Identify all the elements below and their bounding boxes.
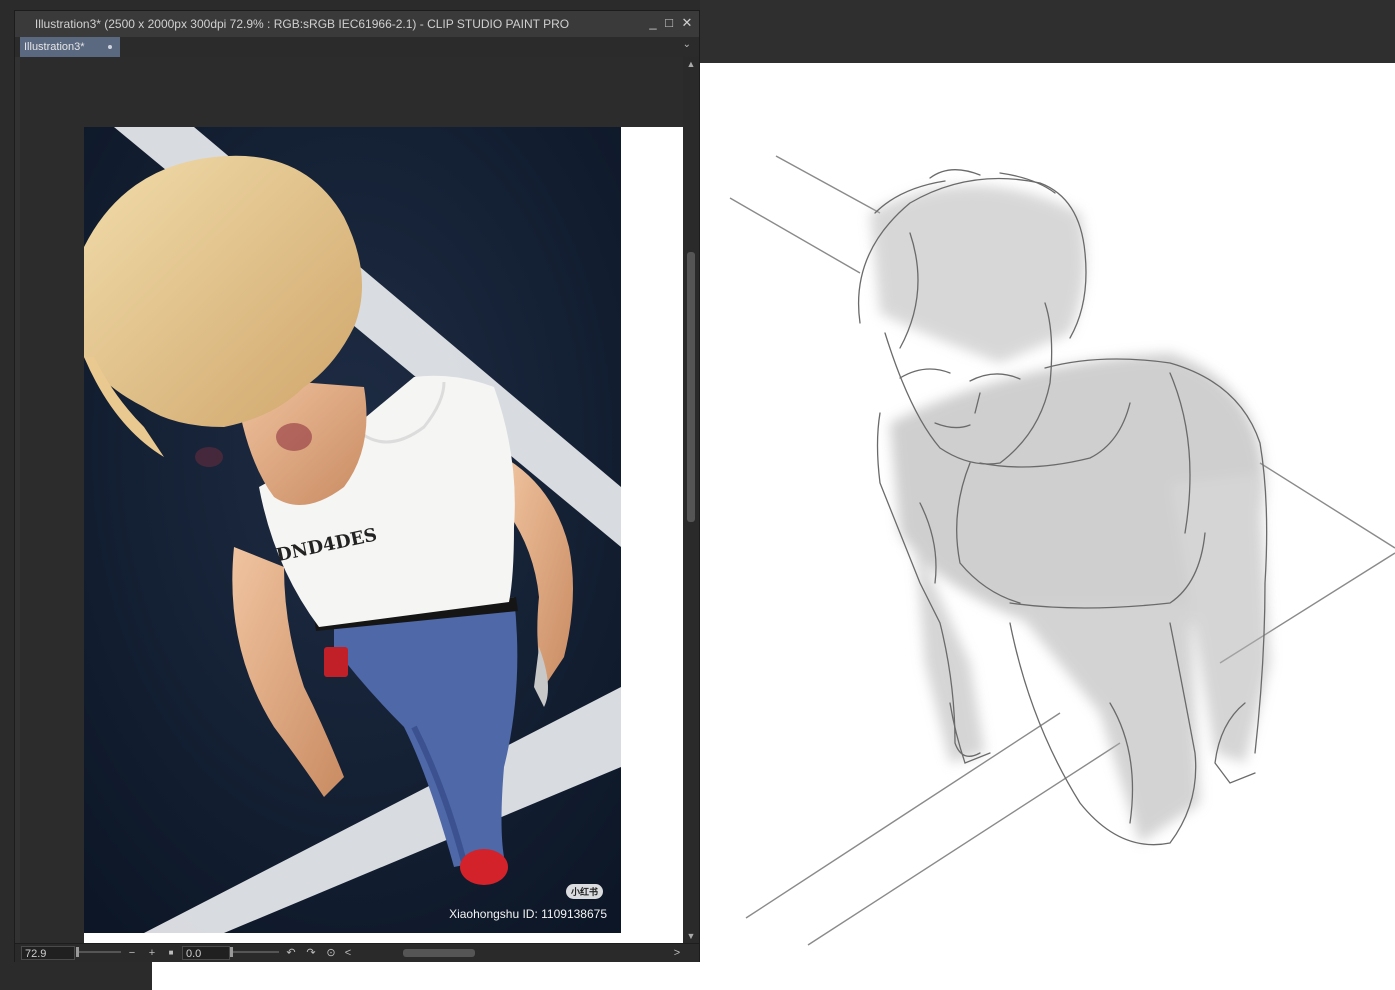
reference-subwindow: Illustration3* (2500 x 2000px 300dpi 72.… xyxy=(14,10,700,962)
rotation-slider[interactable] xyxy=(231,951,279,953)
reference-photo: DND4DES 小红书 Xiaohongshu ID: 1109138675 xyxy=(84,127,621,933)
rotate-left-button[interactable]: ↶ xyxy=(284,945,298,961)
reset-rotation-button[interactable]: ⊙ xyxy=(324,945,338,961)
zoom-out-button[interactable]: − xyxy=(125,945,139,961)
close-icon[interactable]: ✕ xyxy=(679,15,695,31)
rotate-right-button[interactable]: ↷ xyxy=(304,945,318,961)
tab-close-dot-icon[interactable] xyxy=(108,45,112,49)
tab-illustration3[interactable]: Illustration3* xyxy=(20,37,120,57)
scroll-right-icon[interactable]: > xyxy=(670,945,684,961)
rotation-slider-knob[interactable] xyxy=(230,947,233,957)
watermark-caption: Xiaohongshu ID: 1109138675 xyxy=(449,907,607,921)
canvas-viewport[interactable]: DND4DES 小红书 Xiaohongshu ID: 1109138675 xyxy=(20,57,683,943)
tab-bar: Illustration3* ⌄ xyxy=(15,37,699,57)
scroll-left-icon[interactable]: < xyxy=(341,945,355,961)
tab-label: Illustration3* xyxy=(24,41,85,53)
zoom-in-button[interactable]: + xyxy=(145,945,159,961)
navigator-statusbar: 72.9 − + ■ 0.0 ↶ ↷ ⊙ < > xyxy=(15,943,699,962)
maximize-icon[interactable]: □ xyxy=(661,15,677,31)
rotation-angle-input[interactable]: 0.0 xyxy=(182,946,230,960)
horizontal-scrollbar[interactable] xyxy=(355,947,681,959)
scroll-down-icon[interactable]: ▼ xyxy=(683,929,699,943)
canvas-edge xyxy=(152,962,700,990)
zoom-slider-knob[interactable] xyxy=(76,947,79,957)
chevron-down-icon[interactable]: ⌄ xyxy=(683,39,691,50)
horizontal-scroll-thumb[interactable] xyxy=(403,949,475,957)
window-titlebar[interactable]: Illustration3* (2500 x 2000px 300dpi 72.… xyxy=(15,11,699,37)
vertical-scroll-thumb[interactable] xyxy=(687,252,695,522)
minimize-icon[interactable]: _ xyxy=(645,15,661,31)
fit-view-button[interactable]: ■ xyxy=(164,945,178,961)
vertical-scrollbar[interactable]: ▲ ▼ xyxy=(683,57,699,943)
sketch-drawing xyxy=(729,155,1395,946)
xiaohongshu-logo: 小红书 xyxy=(565,884,603,899)
main-drawing-canvas[interactable] xyxy=(700,63,1395,990)
scroll-up-icon[interactable]: ▲ xyxy=(683,57,699,71)
window-title: Illustration3* (2500 x 2000px 300dpi 72.… xyxy=(34,17,570,31)
zoom-slider[interactable] xyxy=(77,951,121,953)
photo-image: DND4DES xyxy=(84,127,621,933)
zoom-input[interactable]: 72.9 xyxy=(21,946,75,960)
